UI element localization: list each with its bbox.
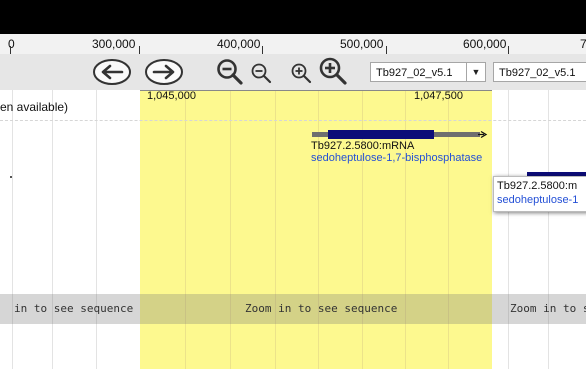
zoom-out-large-button[interactable] bbox=[216, 58, 244, 86]
tooltip-feature-description: sedoheptulose-1 bbox=[497, 194, 579, 206]
pan-right-button[interactable] bbox=[144, 57, 184, 87]
gridline bbox=[96, 90, 97, 369]
ruler-tick-label: 500,000 bbox=[340, 37, 384, 51]
feature-cds[interactable] bbox=[328, 130, 434, 139]
ruler-tick bbox=[386, 46, 387, 54]
zoom-in-large-button[interactable] bbox=[318, 56, 348, 86]
overview-ruler[interactable]: 0 300,000 400,000 500,000 600,000 7 bbox=[0, 34, 586, 55]
gridline bbox=[185, 90, 186, 369]
track-separator bbox=[0, 120, 586, 121]
chevron-down-icon: ▼ bbox=[466, 63, 485, 81]
zoom-in-icon bbox=[291, 63, 312, 84]
ruler-tick bbox=[262, 46, 263, 54]
zoom-in-icon bbox=[319, 57, 347, 85]
zoom-out-icon bbox=[217, 59, 243, 85]
ruler-tick bbox=[139, 46, 140, 54]
track-area[interactable]: en available) Tb927.2.5800:mRNA sedohept… bbox=[0, 90, 586, 369]
ruler-tick-label: 400,000 bbox=[217, 37, 261, 51]
feature-description[interactable]: sedoheptulose-1,7-bisphosphatase bbox=[311, 152, 482, 164]
arrow-left-icon bbox=[93, 59, 131, 85]
pan-left-button[interactable] bbox=[92, 57, 132, 87]
ruler-tick-label: 300,000 bbox=[92, 37, 136, 51]
location-input-value: Tb927_02_v5.1 bbox=[499, 67, 576, 79]
gridline bbox=[52, 90, 53, 369]
sequence-zoom-hint: in to see sequence bbox=[14, 302, 134, 315]
highlight-end-label: 1,047,500 bbox=[414, 90, 463, 102]
gridline bbox=[548, 90, 549, 369]
feature-edge-marker bbox=[10, 176, 12, 178]
arrow-right-icon bbox=[145, 59, 183, 85]
feature-tooltip: Tb927.2.5800:m sedoheptulose-1 bbox=[493, 176, 586, 212]
ruler-tick-label: 600,000 bbox=[463, 37, 507, 51]
ruler-tick-label: 7 bbox=[580, 37, 586, 51]
ruler-tick bbox=[10, 46, 11, 54]
feature-name[interactable]: Tb927.2.5800:mRNA bbox=[311, 140, 414, 152]
sequence-zoom-hint: Zoom in to se bbox=[510, 302, 586, 315]
zoom-in-small-button[interactable] bbox=[290, 62, 312, 84]
gridline bbox=[275, 90, 276, 369]
zoom-out-small-button[interactable] bbox=[250, 62, 272, 84]
strand-arrow-icon bbox=[478, 130, 488, 139]
zoom-out-icon bbox=[251, 63, 272, 84]
reference-sequence-select[interactable]: Tb927_02_v5.1 ▼ bbox=[370, 62, 486, 82]
sequence-zoom-hint: Zoom in to see sequence bbox=[245, 302, 398, 315]
ruler-tick bbox=[508, 46, 509, 54]
gridline bbox=[12, 90, 13, 369]
gridline bbox=[508, 90, 509, 369]
track-status-text: en available) bbox=[0, 100, 69, 114]
tooltip-feature-name: Tb927.2.5800:m bbox=[497, 180, 578, 192]
highlight-start-label: 1,045,000 bbox=[147, 90, 196, 102]
top-black-bar bbox=[0, 0, 586, 34]
location-input[interactable]: Tb927_02_v5.1 bbox=[493, 62, 586, 82]
reference-sequence-value: Tb927_02_v5.1 bbox=[376, 67, 453, 79]
gridline bbox=[230, 90, 231, 369]
ruler-tick-label: 0 bbox=[8, 37, 15, 51]
